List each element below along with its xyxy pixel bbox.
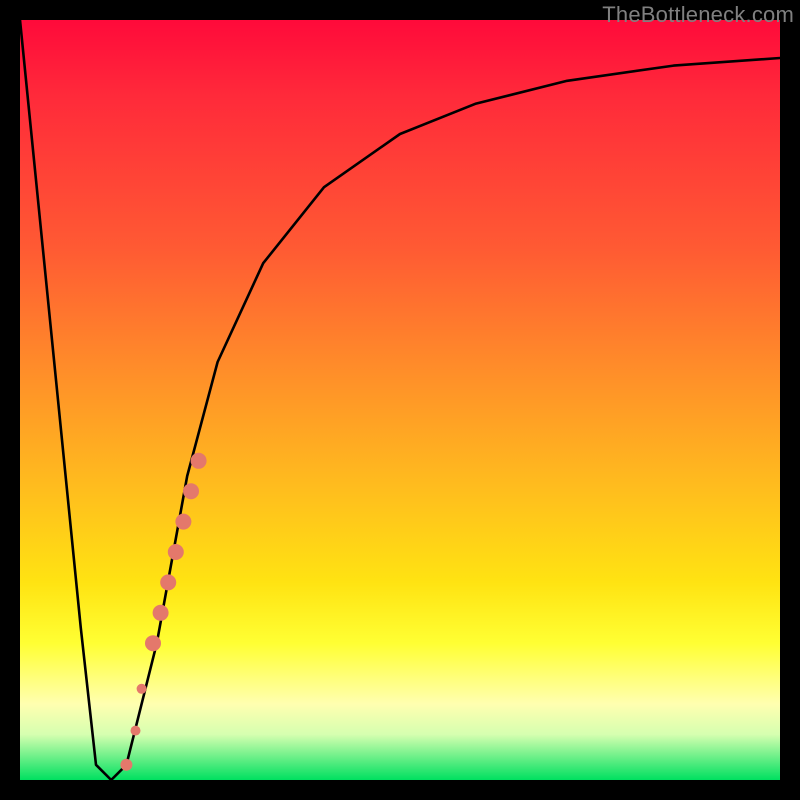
data-marker bbox=[137, 684, 147, 694]
data-markers bbox=[120, 453, 206, 771]
data-marker bbox=[120, 759, 132, 771]
data-marker bbox=[145, 635, 161, 651]
data-marker bbox=[131, 726, 141, 736]
data-marker bbox=[191, 453, 207, 469]
chart-frame: TheBottleneck.com bbox=[0, 0, 800, 800]
data-marker bbox=[153, 605, 169, 621]
watermark-text: TheBottleneck.com bbox=[602, 2, 794, 28]
data-marker bbox=[168, 544, 184, 560]
plot-area bbox=[20, 20, 780, 780]
curve-svg bbox=[20, 20, 780, 780]
data-marker bbox=[183, 483, 199, 499]
data-marker bbox=[160, 574, 176, 590]
data-marker bbox=[175, 514, 191, 530]
bottleneck-curve bbox=[20, 20, 780, 780]
